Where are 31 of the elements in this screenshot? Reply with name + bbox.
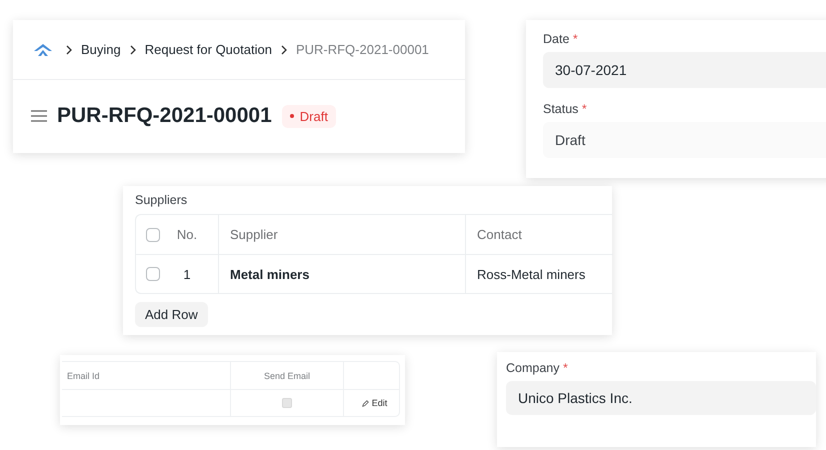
column-header: No. (176, 227, 198, 242)
input-field[interactable]: Draft (543, 122, 826, 158)
table-cell-text: 1 (182, 266, 192, 282)
checkbox[interactable] (146, 228, 160, 242)
document-title: PUR-RFQ-2021-00001 (57, 104, 272, 128)
checkbox[interactable] (146, 267, 160, 281)
column-header: Send Email (264, 370, 310, 380)
column-header: Supplier (230, 227, 278, 242)
chevron-icon (280, 44, 287, 54)
column-header: Contact (477, 227, 522, 242)
checkbox[interactable] (282, 398, 292, 408)
input-field[interactable]: 30-07-2021 (543, 52, 826, 88)
table-cell: Metal miners (230, 266, 310, 282)
logo-icon[interactable] (33, 42, 53, 56)
status-badge: Draft (282, 104, 336, 128)
breadcrumb-link[interactable]: PUR-RFQ-2021-00001 (296, 42, 429, 57)
pencil-icon (362, 400, 369, 406)
field-label: Date * (543, 32, 579, 46)
edit-link[interactable]: Edit (362, 398, 388, 408)
field-label: Company * (506, 361, 569, 375)
chevron-icon (66, 44, 72, 54)
column-header: Email Id (67, 370, 100, 380)
table-cell: Ross-Metal miners (477, 266, 586, 282)
input-field[interactable]: Unico Plastics Inc. (506, 381, 816, 415)
chevron-icon (130, 44, 136, 54)
breadcrumb-link[interactable]: Buying (81, 42, 121, 57)
field-label: Status * (543, 102, 588, 116)
menu-icon[interactable] (31, 110, 47, 122)
breadcrumb-link[interactable]: Request for Quotation (144, 42, 272, 57)
section-title: Suppliers (135, 193, 188, 207)
add-row-button[interactable]: Add Row (135, 302, 208, 327)
